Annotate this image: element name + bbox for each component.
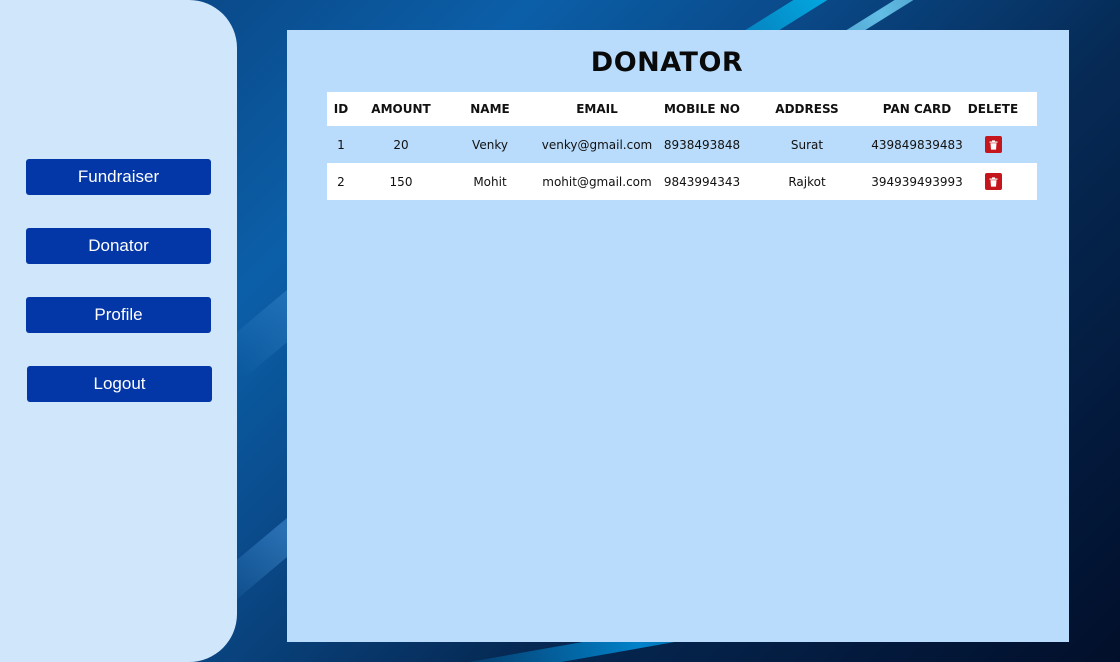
main-panel: DONATOR ID AMOUNT NAME EMAIL MOBILE NO A… bbox=[287, 30, 1069, 642]
cell-amount: 20 bbox=[393, 137, 409, 152]
profile-button[interactable]: Profile bbox=[26, 297, 211, 333]
cell-mobile: 9843994343 bbox=[663, 174, 741, 189]
cell-email: mohit@gmail.com bbox=[542, 174, 652, 189]
sidebar: Fundraiser Donator Profile Logout bbox=[0, 0, 237, 662]
table-row: 2 150 Mohit mohit@gmail.com 9843994343 R… bbox=[327, 163, 1037, 200]
trash-icon bbox=[989, 176, 997, 187]
header-address: ADDRESS bbox=[775, 102, 839, 116]
cell-amount: 150 bbox=[389, 174, 413, 189]
cell-delete bbox=[963, 126, 1023, 163]
table-row: 1 20 Venky venky@gmail.com 8938493848 Su… bbox=[327, 126, 1037, 163]
header-pan-card: PAN CARD bbox=[882, 102, 952, 116]
donator-button[interactable]: Donator bbox=[26, 228, 211, 264]
cell-id: 2 bbox=[337, 174, 345, 189]
cell-name: Venky bbox=[472, 137, 508, 152]
header-amount: AMOUNT bbox=[371, 102, 431, 116]
logout-button[interactable]: Logout bbox=[27, 366, 212, 402]
delete-button[interactable] bbox=[984, 136, 1002, 153]
page-title: DONATOR bbox=[590, 47, 744, 78]
donator-table: ID AMOUNT NAME EMAIL MOBILE NO ADDRESS P… bbox=[327, 92, 1037, 200]
cell-pan-card: 439849839483 bbox=[871, 137, 963, 152]
cell-pan-card: 394939493993 bbox=[871, 174, 963, 189]
trash-icon bbox=[989, 139, 997, 150]
cell-address: Surat bbox=[790, 137, 824, 152]
cell-name: Mohit bbox=[473, 174, 507, 189]
header-delete: DELETE bbox=[967, 102, 1019, 116]
table-header-row: ID AMOUNT NAME EMAIL MOBILE NO ADDRESS P… bbox=[327, 92, 1037, 126]
header-id: ID bbox=[333, 102, 349, 116]
cell-mobile: 8938493848 bbox=[663, 137, 741, 152]
delete-button[interactable] bbox=[984, 173, 1002, 190]
cell-id: 1 bbox=[337, 137, 345, 152]
header-email: EMAIL bbox=[576, 102, 618, 116]
cell-email: venky@gmail.com bbox=[541, 137, 653, 152]
fundraiser-button[interactable]: Fundraiser bbox=[26, 159, 211, 195]
header-mobile: MOBILE NO bbox=[663, 102, 741, 116]
header-name: NAME bbox=[470, 102, 510, 116]
cell-delete bbox=[963, 163, 1023, 200]
cell-address: Rajkot bbox=[788, 174, 826, 189]
